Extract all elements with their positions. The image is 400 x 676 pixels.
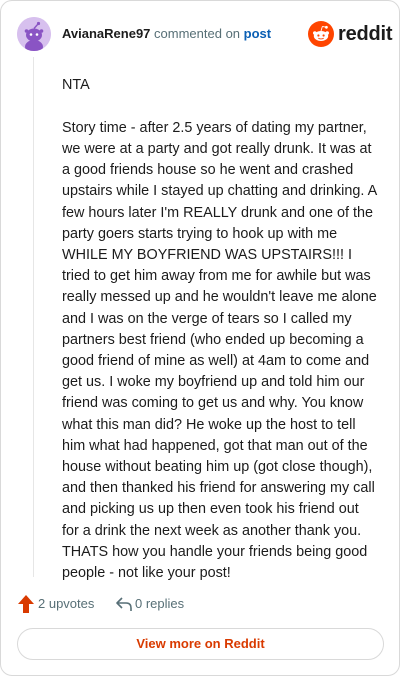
comment-paragraph: NTA — [62, 77, 90, 93]
comment-meta: AvianaRene97 commented on post — [62, 26, 271, 42]
view-more-button[interactable]: View more on Reddit — [17, 628, 384, 660]
user-avatar[interactable] — [17, 17, 51, 51]
meta-verb: commented on — [154, 26, 241, 41]
username-link[interactable]: AvianaRene97 — [62, 26, 150, 41]
comment-paragraph: Story time - after 2.5 years of dating m… — [62, 119, 381, 582]
reddit-brand[interactable]: reddit — [308, 21, 393, 47]
thread-rail — [33, 57, 34, 577]
brand-wordmark: reddit — [338, 23, 393, 45]
comment-body: NTA Story time - after 2.5 years of dati… — [62, 75, 378, 606]
reply-button[interactable]: 0 replies — [115, 593, 195, 615]
reddit-logo-icon — [308, 21, 334, 47]
reply-count: 0 replies — [135, 596, 185, 611]
embedded-comment-card: AvianaRene97 commented on post reddit NT… — [0, 0, 400, 676]
post-link[interactable]: post — [244, 26, 271, 41]
upvote-count: 2 upvotes — [38, 596, 95, 611]
comment-header: AvianaRene97 commented on post reddit — [17, 17, 393, 51]
upvote-arrow-icon — [18, 595, 34, 613]
reply-arrow-icon — [116, 597, 132, 611]
snoo-avatar-icon — [17, 17, 51, 51]
upvote-button[interactable]: 2 upvotes — [17, 593, 97, 615]
